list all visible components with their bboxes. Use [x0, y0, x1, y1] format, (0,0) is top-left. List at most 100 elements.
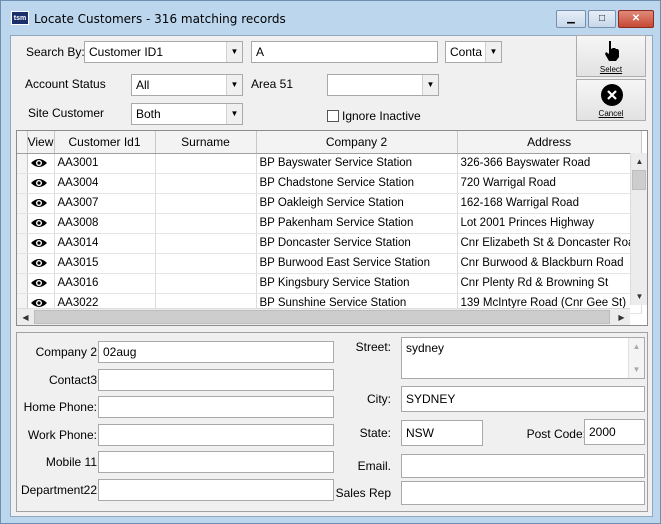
surname-cell [155, 253, 257, 274]
city-field[interactable]: SYDNEY [401, 386, 645, 412]
maximize-button[interactable]: □ [588, 10, 616, 28]
company2-field[interactable]: 02aug [98, 341, 334, 363]
email-field[interactable] [401, 454, 645, 478]
view-cell[interactable] [27, 153, 55, 174]
customer-id-cell: AA3008 [54, 213, 156, 234]
table-row[interactable]: AA3008 BP Pakenham Service Station Lot 200… [17, 213, 642, 234]
horizontal-scroll-thumb[interactable] [34, 310, 610, 324]
hand-pointer-icon [605, 41, 619, 61]
view-cell[interactable] [27, 213, 55, 234]
address-cell: Cnr Burwood & Blackburn Road [457, 253, 642, 274]
close-circle-icon [601, 84, 623, 106]
postcode-label: Post Code: [526, 427, 586, 441]
mobile-field[interactable] [98, 451, 334, 473]
company-cell: BP Bayswater Service Station [256, 153, 458, 174]
department-field[interactable] [98, 479, 334, 501]
row-indicator [17, 233, 28, 254]
table-row[interactable]: AA3014 BP Doncaster Service Station Cnr El… [17, 233, 642, 254]
company-cell: BP Doncaster Service Station [256, 233, 458, 254]
company-cell: BP Oakleigh Service Station [256, 193, 458, 214]
eye-icon[interactable] [30, 297, 48, 309]
surname-cell [155, 193, 257, 214]
minimize-button[interactable]: ▁ [556, 10, 586, 28]
customer-detail-panel: Company 2 02aug Contact3 Home Phone: Wor… [16, 332, 648, 512]
customer-id-cell: AA3004 [54, 173, 156, 194]
scroll-down-icon[interactable]: ▼ [631, 288, 647, 305]
scroll-down-icon[interactable]: ▼ [629, 361, 644, 378]
scroll-up-icon[interactable]: ▲ [631, 153, 647, 170]
title-bar[interactable]: tsm Locate Customers - 316 matching reco… [1, 1, 660, 35]
cancel-button-label: Cancel [598, 109, 624, 118]
view-cell[interactable] [27, 273, 55, 294]
client-area: Search By: Customer ID1 ▼ A Conta ▼ Acco… [10, 35, 653, 517]
company2-label: Company 2 [35, 345, 97, 359]
area-dropdown[interactable]: ▼ [327, 74, 439, 96]
search-input[interactable]: A [251, 41, 438, 63]
chevron-down-icon: ▼ [226, 75, 242, 95]
column-header-view[interactable]: View [27, 131, 55, 154]
street-value: sydney [406, 341, 445, 355]
table-row[interactable]: AA3001 BP Bayswater Service Station 326-36… [17, 153, 642, 174]
work-phone-field[interactable] [98, 424, 334, 446]
scroll-left-icon[interactable]: ◀ [17, 309, 34, 325]
surname-cell [155, 173, 257, 194]
eye-icon[interactable] [30, 277, 48, 289]
eye-icon[interactable] [30, 257, 48, 269]
eye-icon[interactable] [30, 157, 48, 169]
vertical-scrollbar[interactable]: ▲ ▼ [630, 153, 647, 305]
select-button[interactable]: Select [576, 35, 646, 77]
ignore-inactive-label: Ignore Inactive [342, 109, 421, 123]
site-customer-dropdown[interactable]: Both ▼ [131, 103, 243, 125]
scroll-right-icon[interactable]: ▶ [613, 309, 630, 325]
street-field[interactable]: sydney ▲ ▼ [401, 337, 645, 379]
close-button[interactable]: ✕ [618, 10, 654, 28]
locate-customers-window: tsm Locate Customers - 316 matching reco… [0, 0, 661, 524]
state-field[interactable]: NSW [401, 420, 483, 446]
grid-header-row: View Customer Id1 Surname Company 2 Addr… [17, 131, 642, 154]
table-row[interactable]: AA3004 BP Chadstone Service Station 720 Wa… [17, 173, 642, 194]
account-status-dropdown[interactable]: All ▼ [131, 74, 243, 96]
column-header-company[interactable]: Company 2 [256, 131, 458, 154]
account-status-label: Account Status [25, 77, 106, 91]
ignore-inactive-checkbox[interactable] [327, 110, 339, 122]
chevron-down-icon: ▼ [485, 42, 501, 62]
contact3-field[interactable] [98, 369, 334, 391]
surname-cell [155, 153, 257, 174]
customer-id-cell: AA3016 [54, 273, 156, 294]
company-cell: BP Pakenham Service Station [256, 213, 458, 234]
horizontal-scrollbar[interactable]: ◀ ▶ [17, 308, 630, 325]
search-by-dropdown[interactable]: Customer ID1 ▼ [84, 41, 243, 63]
table-row[interactable]: AA3007 BP Oakleigh Service Station 162-168… [17, 193, 642, 214]
address-cell: Cnr Elizabeth St & Doncaster Road [457, 233, 642, 254]
scroll-up-icon[interactable]: ▲ [629, 338, 644, 355]
eye-icon[interactable] [30, 237, 48, 249]
customer-grid[interactable]: View Customer Id1 Surname Company 2 Addr… [16, 130, 648, 326]
table-row[interactable]: AA3015 BP Burwood East Service Station Cnr… [17, 253, 642, 274]
sales-rep-field[interactable] [401, 481, 645, 505]
customer-table: View Customer Id1 Surname Company 2 Addr… [17, 131, 642, 314]
column-header-address[interactable]: Address [457, 131, 642, 154]
column-header-customer-id[interactable]: Customer Id1 [54, 131, 156, 154]
match-mode-dropdown[interactable]: Conta ▼ [445, 41, 502, 63]
postcode-field[interactable]: 2000 [584, 419, 645, 445]
cancel-button[interactable]: Cancel [576, 79, 646, 121]
eye-icon[interactable] [30, 177, 48, 189]
view-cell[interactable] [27, 233, 55, 254]
row-indicator [17, 273, 28, 294]
chevron-down-icon: ▼ [422, 75, 438, 95]
view-cell[interactable] [27, 193, 55, 214]
vertical-scroll-thumb[interactable] [632, 170, 646, 190]
view-cell[interactable] [27, 253, 55, 274]
table-row[interactable]: AA3016 BP Kingsbury Service Station Cnr Pl… [17, 273, 642, 294]
column-header-surname[interactable]: Surname [155, 131, 257, 154]
customer-id-cell: AA3014 [54, 233, 156, 254]
home-phone-field[interactable] [98, 396, 334, 418]
app-icon: tsm [11, 11, 29, 25]
chevron-down-icon: ▼ [226, 42, 242, 62]
eye-icon[interactable] [30, 197, 48, 209]
view-cell[interactable] [27, 173, 55, 194]
eye-icon[interactable] [30, 217, 48, 229]
chevron-down-icon: ▼ [226, 104, 242, 124]
street-scrollbar[interactable]: ▲ ▼ [628, 338, 644, 378]
surname-cell [155, 273, 257, 294]
